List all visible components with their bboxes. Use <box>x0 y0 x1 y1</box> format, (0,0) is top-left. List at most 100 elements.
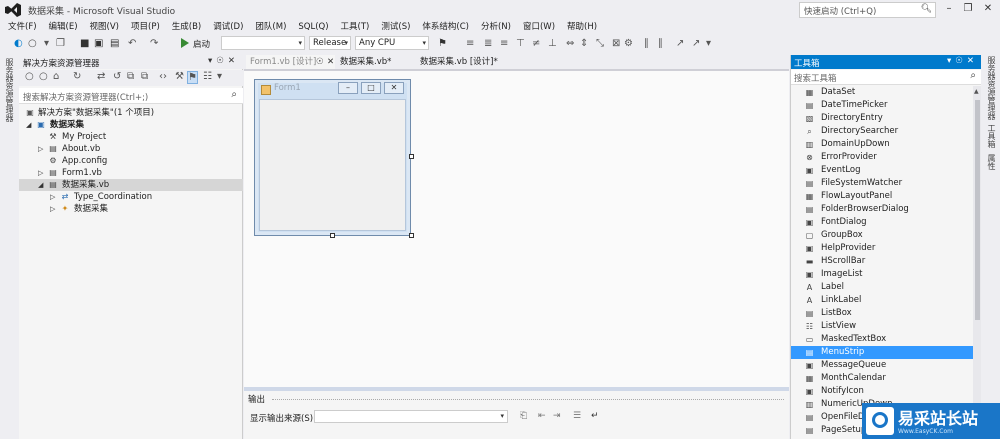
vertical-spacing-icon[interactable]: ∥ <box>658 37 663 50</box>
toolbox-item[interactable]: ☷ ListView <box>791 320 973 333</box>
find-message-icon[interactable]: ⎗ <box>520 411 527 421</box>
home-icon[interactable]: ⌂ <box>53 71 59 82</box>
navigate-forward-icon[interactable]: ○ <box>28 37 37 50</box>
toolbox-item[interactable]: ▭ MaskedTextBox <box>791 333 973 346</box>
toolbox-item[interactable]: ▤ MenuStrip <box>791 346 973 359</box>
toolbox-item[interactable]: ▤ ListBox <box>791 307 973 320</box>
menu-project[interactable]: 项目(P) <box>125 20 166 34</box>
tree-item-my-project[interactable]: ⚒ My Project <box>19 131 243 143</box>
tree-item-app-config[interactable]: ⚙ App.config <box>19 155 243 167</box>
resize-handle-corner[interactable] <box>409 233 414 238</box>
tree-item-form1[interactable]: ▷ ▤ Form1.vb <box>19 167 243 179</box>
menu-analyze[interactable]: 分析(N) <box>475 20 517 34</box>
align-right-icon[interactable]: ≡ <box>500 37 508 50</box>
close-icon[interactable]: ✕ <box>327 55 334 69</box>
toolbox-item[interactable]: ▬ HScrollBar <box>791 255 973 268</box>
configuration-combo[interactable]: Release ▾ <box>309 36 351 50</box>
lock-controls-icon[interactable]: ↗ <box>692 37 700 50</box>
restore-button[interactable]: ❐ <box>959 2 977 16</box>
server-explorer-tab[interactable]: 服务器资源管理器 <box>986 56 997 120</box>
toolbox-item[interactable]: A LinkLabel <box>791 294 973 307</box>
redo-icon[interactable]: ↷ <box>150 37 158 50</box>
menu-edit[interactable]: 编辑(E) <box>43 20 84 34</box>
history-icon[interactable]: ↻ <box>73 71 81 82</box>
word-wrap-icon[interactable]: ↵ <box>591 411 599 421</box>
make-same-height-icon[interactable]: ⇕ <box>580 37 588 50</box>
menu-help[interactable]: 帮助(H) <box>561 20 603 34</box>
menu-tools[interactable]: 工具(T) <box>335 20 376 34</box>
scroll-up-icon[interactable]: ▲ <box>974 88 979 95</box>
output-source-combo[interactable]: ▾ <box>314 410 508 423</box>
tab-data-collection-designer[interactable]: 数据采集.vb [设计]* <box>416 55 502 69</box>
toolbox-item[interactable]: ▤ FolderBrowserDialog <box>791 203 973 216</box>
bring-to-front-icon[interactable]: ⚙ <box>624 37 633 50</box>
toolbox-search-input[interactable]: 搜索工具箱 ⌕ <box>791 70 982 85</box>
properties-tab[interactable]: 属性 <box>986 154 997 170</box>
toolbox-item[interactable]: ▢ GroupBox <box>791 229 973 242</box>
dropdown-arrow-icon[interactable]: ▾ <box>44 37 49 50</box>
toolbox-item[interactable]: ▦ FlowLayoutPanel <box>791 190 973 203</box>
menu-architecture[interactable]: 体系结构(C) <box>416 20 475 34</box>
form-client-area[interactable] <box>259 99 406 231</box>
toolbox-item[interactable]: ▣ HelpProvider <box>791 242 973 255</box>
class-diagram-icon[interactable]: ☷ <box>203 71 212 82</box>
navigate-back-icon[interactable]: ◐ <box>14 37 23 50</box>
toolbox-item[interactable]: ⌕ DirectorySearcher <box>791 125 973 138</box>
open-icon[interactable]: ▤ <box>110 37 119 50</box>
menu-view[interactable]: 视图(V) <box>84 20 125 34</box>
designer-form[interactable]: Form1 – □ ✕ <box>254 79 411 236</box>
align-bottom-icon[interactable]: ⊥ <box>548 37 557 50</box>
menu-team[interactable]: 团队(M) <box>249 20 292 34</box>
toolbox-item[interactable]: ▤ FileSystemWatcher <box>791 177 973 190</box>
resize-handle-bottom[interactable] <box>330 233 335 238</box>
toolbox-item[interactable]: ⊗ ErrorProvider <box>791 151 973 164</box>
tab-data-collection-code[interactable]: 数据采集.vb* <box>336 55 395 69</box>
next-message-icon[interactable]: ⇥ <box>553 411 561 421</box>
save-all-icon[interactable]: ▣ <box>94 37 103 50</box>
toolbox-item[interactable]: ▣ ImageList <box>791 268 973 281</box>
resize-handle-right[interactable] <box>409 154 414 159</box>
align-middle-icon[interactable]: ≠ <box>532 37 540 50</box>
expand-arrow-icon[interactable]: ▷ <box>38 167 43 179</box>
menu-debug[interactable]: 调试(D) <box>207 20 249 34</box>
toolbox-item[interactable]: ▣ NotifyIcon <box>791 385 973 398</box>
forward-icon[interactable]: ○ <box>39 71 48 82</box>
overflow-icon[interactable]: ▾ <box>217 71 222 82</box>
previous-message-icon[interactable]: ⇤ <box>538 411 546 421</box>
menu-sql[interactable]: SQL(Q) <box>292 20 334 34</box>
expand-arrow-icon[interactable]: ▷ <box>50 203 55 215</box>
undo-icon[interactable]: ↶ <box>128 37 136 50</box>
toolbox-item[interactable]: ▣ FontDialog <box>791 216 973 229</box>
panel-window-controls[interactable]: ▾☉✕ <box>947 56 978 66</box>
save-icon[interactable]: ■ <box>80 37 89 50</box>
expand-arrow-icon[interactable]: ▷ <box>38 143 43 155</box>
pin-icon[interactable]: ☉ <box>316 55 324 69</box>
show-all-files-icon[interactable]: ⧉ <box>141 71 148 82</box>
platform-combo[interactable]: Any CPU ▾ <box>355 36 429 50</box>
minimize-button[interactable]: – <box>940 2 958 16</box>
view-designer-icon[interactable]: ⚑ <box>187 71 198 84</box>
tab-form1-designer[interactable]: Form1.vb [设计] ☉ ✕ <box>246 55 335 69</box>
collapse-all-icon[interactable]: ⧉ <box>127 71 134 82</box>
make-same-size-icon[interactable]: ⤡ <box>596 37 604 50</box>
toolbox-item[interactable]: ▤ DateTimePicker <box>791 99 973 112</box>
start-button[interactable]: 启动 <box>193 38 210 50</box>
menu-file[interactable]: 文件(F) <box>0 20 43 34</box>
collapse-arrow-icon[interactable]: ◢ <box>38 179 43 191</box>
panel-window-controls[interactable]: ▾☉✕ <box>208 56 239 66</box>
size-to-grid-icon[interactable]: ⊠ <box>612 37 620 50</box>
expand-arrow-icon[interactable]: ▷ <box>50 191 55 203</box>
menu-test[interactable]: 测试(S) <box>375 20 416 34</box>
collapse-arrow-icon[interactable]: ◢ <box>26 119 31 131</box>
view-code-icon[interactable]: ‹› <box>159 71 167 82</box>
start-icon[interactable] <box>181 38 189 48</box>
properties-icon[interactable]: ⚒ <box>175 71 184 82</box>
back-icon[interactable]: ○ <box>25 71 34 82</box>
scrollbar-thumb[interactable] <box>975 100 980 320</box>
tree-item-solution[interactable]: ▣ 解决方案"数据采集"(1 个项目) <box>19 107 243 119</box>
align-top-icon[interactable]: ⊤ <box>516 37 525 50</box>
align-center-icon[interactable]: ≣ <box>484 37 492 50</box>
tab-order-icon[interactable]: ↗ <box>676 37 684 50</box>
refresh-icon[interactable]: ↺ <box>113 71 121 82</box>
clear-all-icon[interactable]: ☰ <box>573 411 581 421</box>
